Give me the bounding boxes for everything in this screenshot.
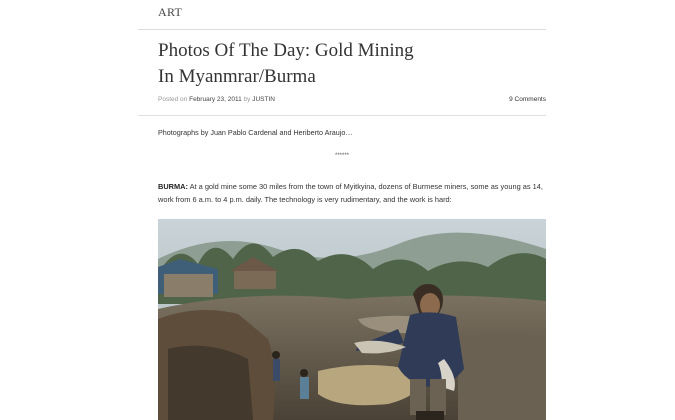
post-meta: Posted on February 23, 2011 by JUSTIN 9 … [158,96,546,106]
section-separator: ****** [334,153,349,159]
posted-on-label: Posted on [158,96,188,103]
post-title[interactable]: Photos Of The Day: Gold Mining In Myanmr… [158,38,478,90]
comments-link[interactable]: 9 Comments [509,96,546,103]
post-title-line-2[interactable]: In Myanmrar/Burma [158,66,316,87]
author-link[interactable]: JUSTIN [252,96,275,103]
photo-credit: Photographs by Juan Pablo Cardenal and H… [158,128,353,137]
page: ART Photos Of The Day: Gold Mining In My… [0,0,675,420]
body-text: At a gold mine some 30 miles from the to… [158,182,543,204]
post-date[interactable]: February 23, 2011 [189,96,242,103]
by-label: by [243,96,251,103]
post-title-line-1[interactable]: Photos Of The Day: Gold Mining [158,40,414,61]
mining-photo[interactable] [158,219,546,420]
post-body: BURMA: At a gold mine some 30 miles from… [158,180,546,206]
mining-photo-image [158,219,546,420]
meta-divider [138,115,546,116]
header-divider [138,29,546,30]
category-link[interactable]: ART [158,5,182,20]
body-lead: BURMA: [158,182,188,191]
